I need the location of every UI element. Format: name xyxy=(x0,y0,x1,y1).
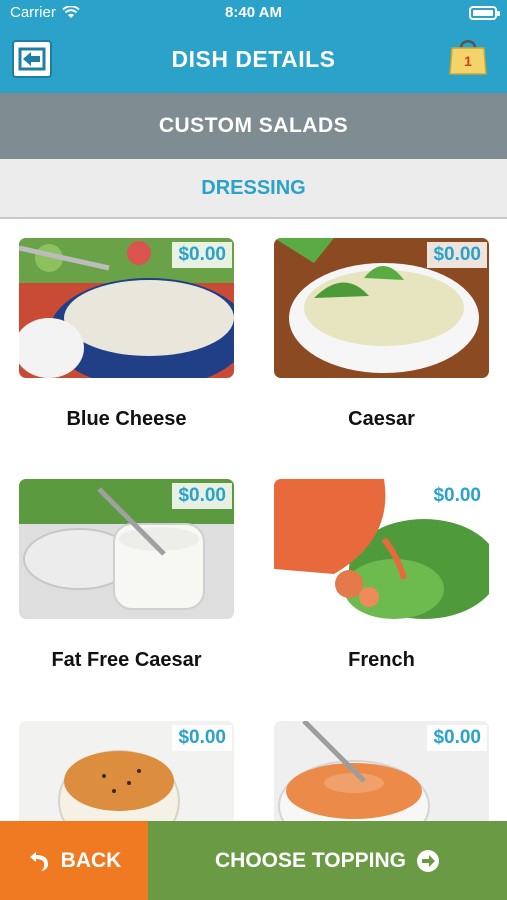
choose-topping-button[interactable]: CHOOSE TOPPING xyxy=(148,821,507,900)
dressing-card[interactable]: $0.00 xyxy=(274,721,489,821)
dressing-card[interactable]: $0.00 French xyxy=(274,479,489,684)
dish-image: $0.00 xyxy=(19,238,234,378)
cart-button[interactable]: 1 xyxy=(447,34,489,76)
bottom-action-bar: BACK CHOOSE TOPPING xyxy=(0,821,507,900)
dressing-name: French xyxy=(348,649,415,671)
page-title: DISH DETAILS xyxy=(171,46,336,72)
back-button[interactable]: BACK xyxy=(0,821,148,900)
dish-image: $0.00 xyxy=(274,721,489,821)
dressing-name: Caesar xyxy=(348,408,415,430)
dish-image: $0.00 xyxy=(274,479,489,619)
dressing-card[interactable]: $0.00 Caesar xyxy=(274,238,489,443)
back-label: BACK xyxy=(60,848,122,872)
undo-arrow-icon xyxy=(29,851,48,871)
dressing-card[interactable]: $0.00 xyxy=(19,721,234,821)
category-title: CUSTOM SALADS xyxy=(0,93,507,159)
arrow-right-circle-icon xyxy=(416,849,439,872)
dressing-grid: $0.00 Blue Cheese $0.00 Caesar $0.00 Fat… xyxy=(0,221,507,821)
price-tag: $0.00 xyxy=(172,483,232,509)
price-tag: $0.00 xyxy=(427,483,487,509)
dressing-card[interactable]: $0.00 Blue Cheese xyxy=(19,238,234,443)
tab-dressing[interactable]: DRESSING xyxy=(0,159,507,219)
price-tag: $0.00 xyxy=(172,725,232,751)
dish-image: $0.00 xyxy=(19,721,234,821)
status-bar: Carrier 8:40 AM xyxy=(0,0,507,26)
cart-count-badge: 1 xyxy=(464,53,472,69)
choose-topping-label: CHOOSE TOPPING xyxy=(215,848,406,872)
dish-image: $0.00 xyxy=(19,479,234,619)
dish-image: $0.00 xyxy=(274,238,489,378)
dressing-name: Blue Cheese xyxy=(66,408,187,430)
price-tag: $0.00 xyxy=(427,242,487,268)
status-time: 8:40 AM xyxy=(225,4,282,21)
price-tag: $0.00 xyxy=(172,242,232,268)
price-tag: $0.00 xyxy=(427,725,487,751)
dressing-card[interactable]: $0.00 Fat Free Caesar xyxy=(19,479,234,684)
nav-bar: DISH DETAILS 1 xyxy=(0,26,507,93)
dressing-name: Fat Free Caesar xyxy=(51,649,202,671)
battery-icon xyxy=(469,6,500,20)
